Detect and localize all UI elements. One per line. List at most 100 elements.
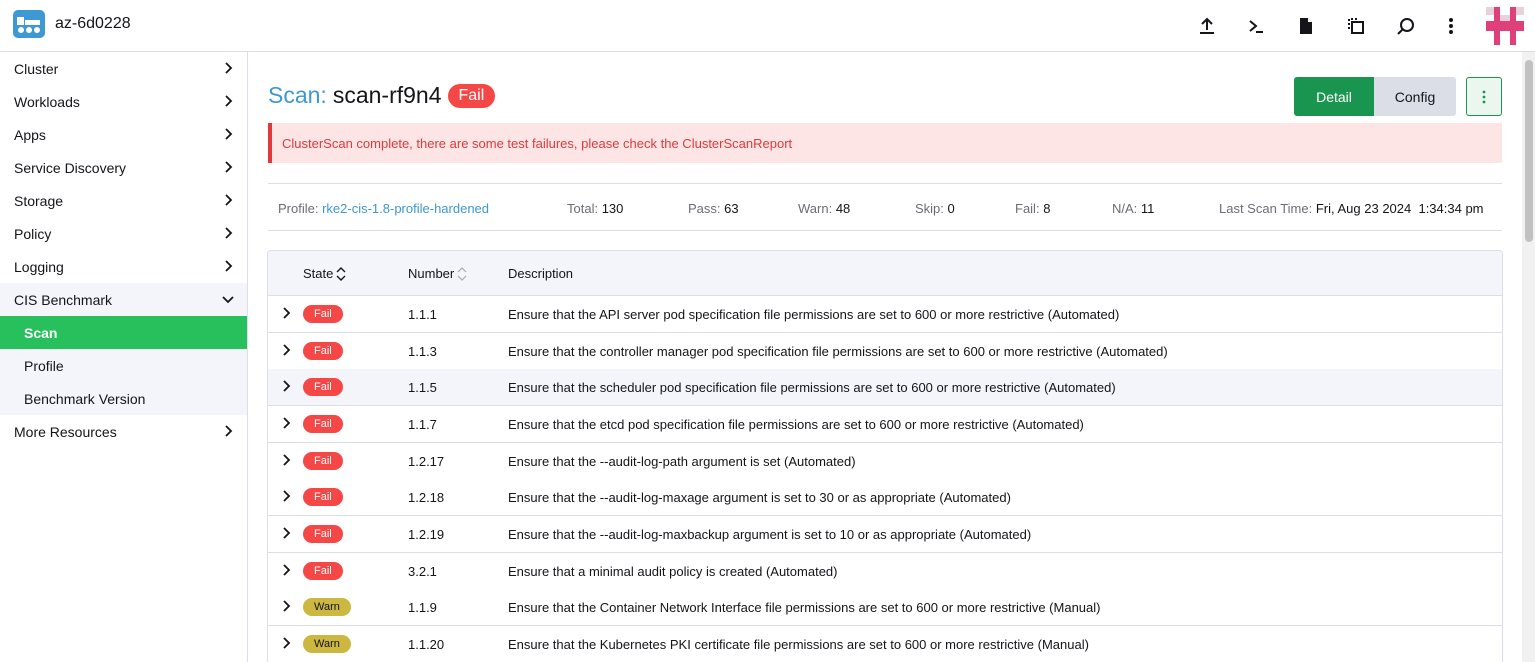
column-header-state[interactable]: State — [303, 266, 346, 281]
summary-skip: Skip: 0 — [915, 201, 955, 216]
sidebar-item-label: Logging — [14, 258, 64, 275]
check-number: 1.1.5 — [408, 380, 437, 395]
sidebar-item-label: CIS Benchmark — [14, 291, 113, 308]
check-description: Ensure that a minimal audit policy is cr… — [508, 564, 838, 579]
cluster-logo-icon[interactable] — [13, 10, 45, 38]
more-vertical-icon[interactable] — [1439, 14, 1463, 38]
sidebar-item-service-discovery[interactable]: Service Discovery — [0, 151, 247, 184]
column-header-number[interactable]: Number — [408, 266, 467, 281]
sort-icon — [336, 266, 346, 281]
table-row[interactable]: Fail 1.1.5 Ensure that the scheduler pod… — [268, 369, 1502, 406]
chevron-right-icon — [225, 425, 233, 437]
status-badge: Fail — [447, 83, 496, 108]
profile-link[interactable]: rke2-cis-1.8-profile-hardened — [322, 201, 489, 216]
check-number: 1.2.19 — [408, 527, 445, 542]
table-row[interactable]: Fail 1.2.17 Ensure that the --audit-log-… — [268, 443, 1502, 480]
table-row[interactable]: Fail 1.2.18 Ensure that the --audit-log-… — [268, 479, 1502, 516]
view-toggle: Detail Config — [1294, 77, 1456, 116]
table-row[interactable]: Fail 1.2.19 Ensure that the --audit-log-… — [268, 516, 1502, 553]
state-badge: Warn — [303, 598, 351, 616]
top-header: az-6d0228 — [0, 0, 1535, 52]
error-banner: ClusterScan complete, there are some tes… — [268, 123, 1502, 163]
table-header: State Number Description — [268, 251, 1502, 296]
chevron-right-icon[interactable] — [279, 599, 293, 613]
chevron-right-icon[interactable] — [279, 563, 293, 577]
cluster-name[interactable]: az-6d0228 — [55, 15, 131, 33]
upload-icon[interactable] — [1195, 14, 1219, 38]
check-description: Ensure that the etcd pod specification f… — [508, 417, 1084, 432]
check-description: Ensure that the --audit-log-maxbackup ar… — [508, 527, 1032, 542]
more-vertical-icon — [1482, 90, 1486, 103]
chevron-right-icon — [225, 95, 233, 107]
chevron-right-icon[interactable] — [279, 416, 293, 430]
sidebar-item-cluster[interactable]: Cluster — [0, 52, 247, 85]
state-badge: Fail — [303, 378, 343, 396]
summary-na: N/A: 11 — [1112, 201, 1155, 216]
table-row[interactable]: Warn 1.1.9 Ensure that the Container Net… — [268, 589, 1502, 626]
chevron-right-icon[interactable] — [279, 343, 293, 357]
error-banner-text: ClusterScan complete, there are some tes… — [282, 135, 793, 151]
sidebar-item-cis-benchmark[interactable]: CIS Benchmark — [0, 283, 247, 316]
chevron-right-icon[interactable] — [279, 306, 293, 320]
chevron-down-icon — [222, 296, 234, 304]
check-number: 1.1.9 — [408, 600, 437, 615]
check-number: 1.1.20 — [408, 637, 445, 652]
table-row[interactable]: Warn 1.1.20 Ensure that the Kubernetes P… — [268, 626, 1502, 662]
user-avatar[interactable] — [1486, 7, 1524, 45]
chevron-right-icon[interactable] — [279, 526, 293, 540]
check-number: 1.1.3 — [408, 344, 437, 359]
check-description: Ensure that the controller manager pod s… — [508, 344, 1168, 359]
sidebar-item-label: Scan — [24, 324, 58, 341]
check-description: Ensure that the scheduler pod specificat… — [508, 380, 1116, 395]
check-number: 1.2.17 — [408, 454, 445, 469]
main-content: Scan: scan-rf9n4 Fail Detail Config Clus… — [248, 52, 1522, 662]
sidebar-item-policy[interactable]: Policy — [0, 217, 247, 250]
table-row[interactable]: Fail 3.2.1 Ensure that a minimal audit p… — [268, 553, 1502, 590]
chevron-right-icon[interactable] — [279, 636, 293, 650]
chevron-right-icon[interactable] — [279, 489, 293, 503]
search-icon[interactable] — [1394, 14, 1418, 38]
sidebar-item-more-resources[interactable]: More Resources — [0, 415, 247, 448]
check-number: 3.2.1 — [408, 564, 437, 579]
chevron-right-icon[interactable] — [279, 453, 293, 467]
file-icon[interactable] — [1294, 14, 1318, 38]
terminal-icon[interactable] — [1244, 14, 1268, 38]
detail-button[interactable]: Detail — [1294, 77, 1374, 116]
actions-menu-button[interactable] — [1466, 77, 1502, 116]
sidebar-item-storage[interactable]: Storage — [0, 184, 247, 217]
results-table: State Number Description Fail 1.1.1 Ensu… — [267, 250, 1503, 662]
sidebar-item-label: Profile — [24, 357, 64, 374]
state-badge: Fail — [303, 562, 343, 580]
scan-summary: Profile: rke2-cis-1.8-profile-hardened T… — [268, 183, 1502, 231]
check-number: 1.2.18 — [408, 490, 445, 505]
table-row[interactable]: Fail 1.1.1 Ensure that the API server po… — [268, 296, 1502, 333]
sort-icon — [457, 266, 467, 281]
chevron-right-icon — [225, 227, 233, 239]
summary-fail: Fail: 8 — [1015, 201, 1051, 216]
check-description: Ensure that the --audit-log-path argumen… — [508, 454, 856, 469]
page-title: Scan: scan-rf9n4 Fail — [268, 82, 496, 109]
chevron-right-icon[interactable] — [279, 379, 293, 393]
sidebar-item-benchmark-version[interactable]: Benchmark Version — [0, 382, 247, 415]
sidebar-item-profile[interactable]: Profile — [0, 349, 247, 382]
scrollbar-thumb[interactable] — [1525, 60, 1533, 242]
summary-warn: Warn: 48 — [798, 201, 851, 216]
check-number: 1.1.1 — [408, 307, 437, 322]
check-description: Ensure that the Kubernetes PKI certifica… — [508, 637, 1089, 652]
chevron-right-icon — [225, 194, 233, 206]
state-badge: Fail — [303, 488, 343, 506]
sidebar-item-apps[interactable]: Apps — [0, 118, 247, 151]
chevron-right-icon — [225, 161, 233, 173]
config-button[interactable]: Config — [1374, 77, 1456, 116]
sidebar-item-logging[interactable]: Logging — [0, 250, 247, 283]
table-row[interactable]: Fail 1.1.7 Ensure that the etcd pod spec… — [268, 406, 1502, 443]
table-row[interactable]: Fail 1.1.3 Ensure that the controller ma… — [268, 333, 1502, 370]
copy-config-icon[interactable] — [1344, 14, 1368, 38]
sidebar-item-label: Storage — [14, 192, 64, 209]
sidebar-item-label: Benchmark Version — [24, 390, 146, 407]
sidebar-item-workloads[interactable]: Workloads — [0, 85, 247, 118]
page-title-name: scan-rf9n4 — [332, 82, 442, 108]
sidebar-item-label: Cluster — [14, 60, 59, 77]
sidebar-item-scan[interactable]: Scan — [0, 316, 247, 349]
sidebar-item-label: Apps — [14, 126, 46, 143]
